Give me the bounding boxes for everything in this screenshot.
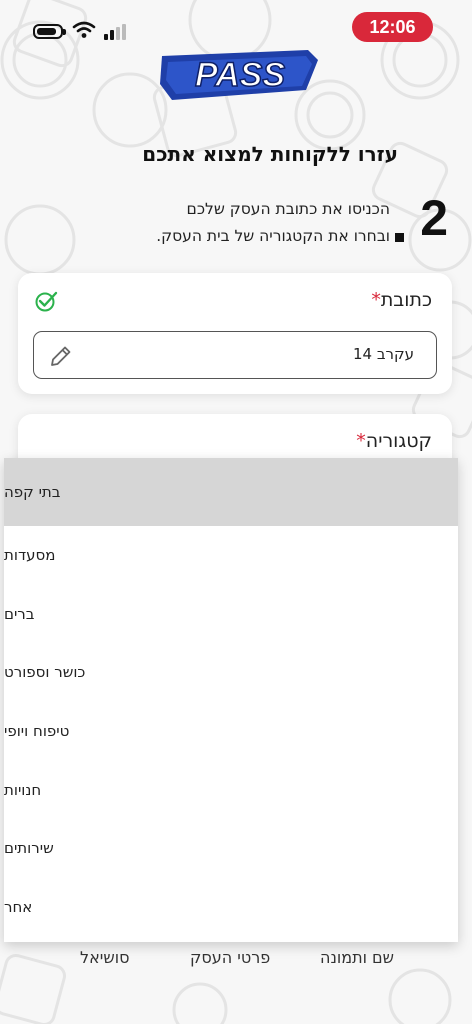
category-dropdown[interactable]: בתי קפה מסעדות ברים כושר וספורט טיפוח וי… xyxy=(4,458,458,942)
dropdown-option-cafes[interactable]: בתי קפה xyxy=(4,458,458,526)
dropdown-option-services[interactable]: שירותים xyxy=(4,819,458,878)
check-icon xyxy=(35,291,58,312)
battery-icon xyxy=(33,24,63,39)
tab-business-details[interactable]: פרטי העסק xyxy=(190,948,270,967)
tab-social[interactable]: סושיאל xyxy=(80,948,129,967)
step-number: 2 xyxy=(420,190,448,246)
dropdown-option-other[interactable]: אחר xyxy=(4,878,458,937)
status-time: 12:06 xyxy=(352,12,433,42)
dropdown-option-beauty[interactable]: טיפוח ויופי xyxy=(4,702,458,761)
category-label: קטגוריה* xyxy=(356,430,432,452)
address-label-text: כתובת xyxy=(380,289,432,311)
tab-name-and-photo[interactable]: שם ותמונה xyxy=(320,948,394,967)
required-mark: * xyxy=(371,289,381,311)
step-dot xyxy=(395,233,404,242)
pencil-icon[interactable] xyxy=(48,343,74,369)
bottom-tabs: שם ותמונה פרטי העסק סושיאל xyxy=(0,940,472,980)
logo-text: PASS xyxy=(195,56,285,94)
address-label: כתובת* xyxy=(371,289,432,311)
dropdown-option-shops[interactable]: חנויות xyxy=(4,760,458,819)
battery-tip xyxy=(63,29,66,35)
dropdown-option-restaurants[interactable]: מסעדות xyxy=(4,526,458,585)
instruction-line-2: ובחרו את הקטגוריה של בית העסק. xyxy=(156,227,390,245)
status-bar: 12:06 xyxy=(0,0,472,52)
address-card: כתובת* עקרב 14 xyxy=(18,273,452,394)
wifi-icon xyxy=(72,21,96,38)
dropdown-option-bars[interactable]: ברים xyxy=(4,585,458,644)
address-input[interactable]: עקרב 14 xyxy=(33,331,437,379)
signal-icon xyxy=(104,24,126,40)
step-instructions: הכניסו את כתובת העסק שלכם ובחרו את הקטגו… xyxy=(156,196,390,250)
pass-logo: PASS xyxy=(160,50,318,100)
category-label-text: קטגוריה xyxy=(365,430,432,452)
dropdown-option-fitness[interactable]: כושר וספורט xyxy=(4,643,458,702)
instruction-line-1: הכניסו את כתובת העסק שלכם xyxy=(186,200,390,218)
address-value: עקרב 14 xyxy=(352,345,414,363)
required-mark: * xyxy=(356,430,366,452)
page-title: עזרו ללקוחות למצוא אתכם xyxy=(142,142,398,166)
